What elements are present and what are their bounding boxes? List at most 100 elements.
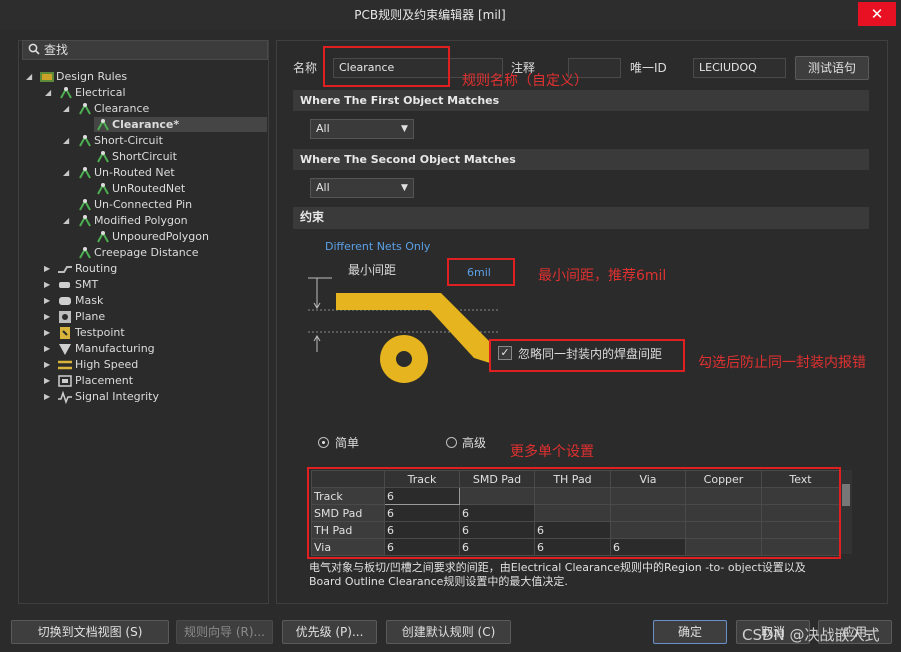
matrix-scroll-thumb[interactable] <box>842 484 850 506</box>
short-circuit-icon <box>79 134 91 147</box>
advanced-mode-label[interactable]: 高级 <box>462 433 486 453</box>
tree-item-short-circuit[interactable]: Short-Circuit <box>94 133 163 149</box>
high-speed-icon <box>58 360 72 370</box>
tree-item-smt[interactable]: SMT <box>75 277 98 293</box>
tree-item-clearance-rule[interactable]: Clearance* <box>112 117 179 133</box>
switch-document-view-button[interactable]: 切换到文档视图 (S) <box>11 620 169 644</box>
collapse-icon[interactable]: ▶ <box>44 293 50 309</box>
close-icon: ✕ <box>870 5 884 23</box>
collapse-icon[interactable]: ▶ <box>44 309 50 325</box>
first-object-header: Where The First Object Matches <box>293 90 869 111</box>
annotation-more-settings: 更多单个设置 <box>510 444 594 460</box>
rule-icon <box>97 230 109 243</box>
collapse-icon[interactable]: ▶ <box>44 261 50 277</box>
first-object-select[interactable]: All <box>310 119 414 139</box>
rule-description: 电气对象与板切/凹槽之间要求的间距，由Electrical Clearance规… <box>309 561 806 589</box>
creepage-distance-icon <box>79 246 91 259</box>
rule-icon <box>97 182 109 195</box>
priority-button[interactable]: 优先级 (P)... <box>282 620 377 644</box>
description-line: 电气对象与板切/凹槽之间要求的间距，由Electrical Clearance规… <box>309 561 806 574</box>
tree-item-electrical[interactable]: Electrical <box>75 85 126 101</box>
ok-button[interactable]: 确定 <box>653 620 727 644</box>
clearance-rule-icon <box>79 102 91 115</box>
annotation-ignore-pad: 勾选后防止同一封装内报错 <box>698 355 866 371</box>
signal-integrity-icon <box>58 390 72 405</box>
tree-item-short-circuit-rule[interactable]: ShortCircuit <box>112 149 177 165</box>
tree-item-routing[interactable]: Routing <box>75 261 117 277</box>
expand-icon[interactable]: ◢ <box>26 69 32 85</box>
smt-icon <box>59 282 70 288</box>
annotation-box-matrix <box>307 467 841 559</box>
collapse-icon[interactable]: ▶ <box>44 277 50 293</box>
close-button[interactable]: ✕ <box>858 2 896 26</box>
collapse-icon[interactable]: ▶ <box>44 389 50 405</box>
expand-icon[interactable]: ◢ <box>63 165 69 181</box>
chevron-down-icon: ▼ <box>401 183 408 193</box>
placement-icon <box>58 375 72 387</box>
expand-icon[interactable]: ◢ <box>63 101 69 117</box>
tree-item-high-speed[interactable]: High Speed <box>75 357 138 373</box>
rule-icon <box>97 118 109 131</box>
expand-icon[interactable]: ◢ <box>45 85 51 101</box>
tree-item-signal-integrity[interactable]: Signal Integrity <box>75 389 159 405</box>
min-clearance-label: 最小间距 <box>348 263 397 277</box>
net-scope-select[interactable]: Different Nets Only <box>325 240 430 253</box>
tree-item-creepage-distance[interactable]: Creepage Distance <box>94 245 199 261</box>
design-rules-icon <box>40 72 54 82</box>
plane-icon <box>59 311 71 323</box>
advanced-mode-radio[interactable] <box>446 437 457 448</box>
tree-item-mask[interactable]: Mask <box>75 293 103 309</box>
matrix-scrollbar[interactable] <box>840 470 852 554</box>
tree-item-testpoint[interactable]: Testpoint <box>75 325 125 341</box>
tree-item-plane[interactable]: Plane <box>75 309 105 325</box>
tree-item-modified-polygon[interactable]: Modified Polygon <box>94 213 188 229</box>
annotation-box-rule-name <box>323 46 450 87</box>
description-line: Board Outline Clearance规则设置中的最大值决定. <box>309 575 568 588</box>
routing-icon <box>58 266 72 273</box>
tree-item-manufacturing[interactable]: Manufacturing <box>75 341 155 357</box>
watermark: CSDN @决战嵌入式 <box>742 626 880 644</box>
annotation-rule-name: 规则名称（自定义） <box>462 73 588 89</box>
collapse-icon[interactable]: ▶ <box>44 325 50 341</box>
unrouted-net-icon <box>79 166 91 179</box>
tree-item-unpoured-polygon[interactable]: UnpouredPolygon <box>112 229 209 245</box>
simple-mode-label[interactable]: 简单 <box>335 433 359 453</box>
tree-item-unconnected-pin[interactable]: Un-Connected Pin <box>94 197 192 213</box>
name-label: 名称 <box>293 61 318 75</box>
test-query-button[interactable]: 测试语句 <box>795 56 869 80</box>
testpoint-icon <box>60 327 70 339</box>
first-object-value: All <box>316 122 330 135</box>
collapse-icon[interactable]: ▶ <box>44 357 50 373</box>
second-object-select[interactable]: All <box>310 178 414 198</box>
annotation-min-clearance: 最小间距，推荐6mil <box>538 268 667 284</box>
unique-id-field[interactable]: LECIUDOQ <box>693 58 786 78</box>
collapse-icon[interactable]: ▶ <box>44 373 50 389</box>
electrical-rule-icon <box>60 86 72 99</box>
manufacturing-icon <box>59 344 71 355</box>
tree-item-design-rules[interactable]: Design Rules <box>56 69 127 85</box>
tree-item-unrouted-net-rule[interactable]: UnRoutedNet <box>112 181 185 197</box>
expand-icon[interactable]: ◢ <box>63 133 69 149</box>
constraints-header: 约束 <box>293 207 869 229</box>
annotation-box-ignore-pad <box>489 339 685 372</box>
chevron-down-icon: ▼ <box>401 124 408 134</box>
collapse-icon[interactable]: ▶ <box>44 341 50 357</box>
tree-item-placement[interactable]: Placement <box>75 373 133 389</box>
search-label: 查找 <box>44 43 69 57</box>
second-object-value: All <box>316 181 330 194</box>
unique-id-label: 唯一ID <box>630 61 667 75</box>
window-title: PCB规则及约束编辑器 [mil] <box>354 8 506 22</box>
simple-mode-radio[interactable] <box>318 437 329 448</box>
second-object-header: Where The Second Object Matches <box>293 149 869 170</box>
unconnected-pin-icon <box>79 198 91 211</box>
modified-polygon-icon <box>79 214 91 227</box>
tree-item-unrouted-net[interactable]: Un-Routed Net <box>94 165 175 181</box>
annotation-box-min-clearance <box>447 258 515 286</box>
rule-wizard-button[interactable]: 规则向导 (R)... <box>176 620 273 644</box>
tree-item-clearance[interactable]: Clearance <box>94 101 149 117</box>
search-icon <box>28 43 40 55</box>
mask-icon <box>59 297 71 305</box>
create-default-rules-button[interactable]: 创建默认规则 (C) <box>386 620 511 644</box>
expand-icon[interactable]: ◢ <box>63 213 69 229</box>
rule-icon <box>97 150 109 163</box>
